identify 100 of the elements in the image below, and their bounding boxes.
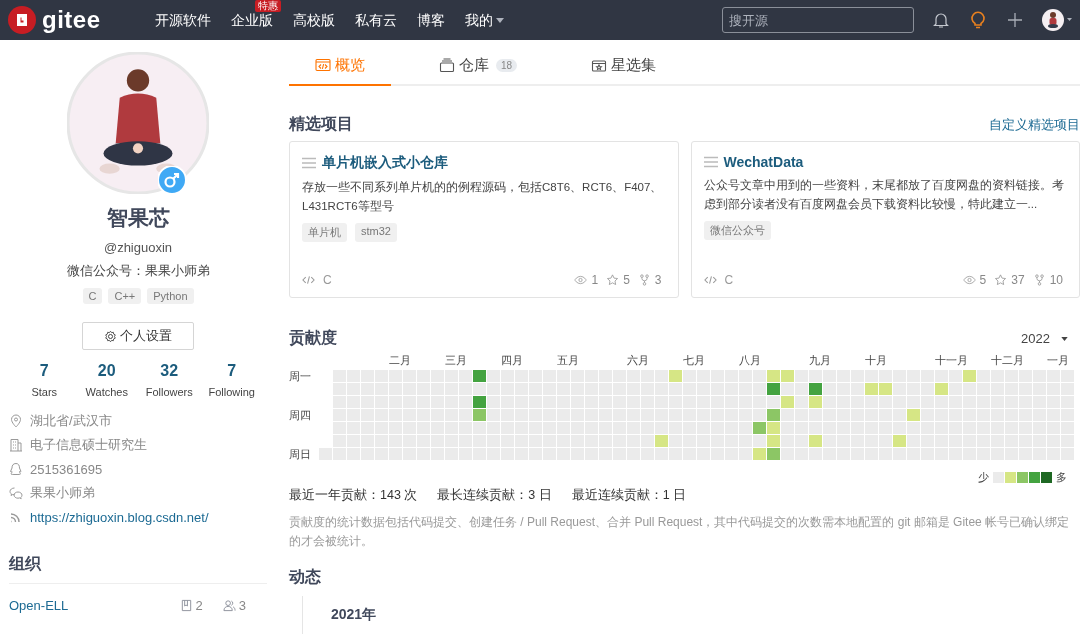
- contribution-cell[interactable]: [907, 448, 920, 460]
- contribution-cell[interactable]: [921, 422, 934, 434]
- search-field[interactable]: 搜开源: [722, 7, 914, 33]
- contribution-cell[interactable]: [823, 422, 836, 434]
- stat-count[interactable]: 32: [160, 362, 179, 380]
- project-tag[interactable]: stm32: [355, 223, 397, 242]
- organization-link[interactable]: Open-ELL: [9, 598, 180, 613]
- contribution-cell[interactable]: [823, 396, 836, 408]
- contribution-cell[interactable]: [795, 383, 808, 395]
- contribution-cell[interactable]: [473, 422, 486, 434]
- nav-link[interactable]: 企业版: [231, 12, 273, 28]
- contribution-cell[interactable]: [893, 448, 906, 460]
- logo-text[interactable]: gitee: [42, 6, 101, 34]
- contribution-cell[interactable]: [781, 422, 794, 434]
- customize-link[interactable]: 自定义精选项目: [989, 115, 1080, 134]
- settings-button[interactable]: 个人设置: [82, 322, 194, 350]
- contribution-cell[interactable]: [893, 435, 906, 447]
- contribution-cell[interactable]: [767, 409, 780, 421]
- contribution-cell[interactable]: [795, 435, 808, 447]
- contribution-cell[interactable]: [683, 370, 696, 382]
- stat-label[interactable]: Following: [208, 386, 255, 398]
- contribution-cell[interactable]: [781, 370, 794, 382]
- contribution-cell[interactable]: [921, 409, 934, 421]
- nav-link[interactable]: 我的: [465, 12, 493, 28]
- contribution-cell[interactable]: [851, 396, 864, 408]
- stat-label[interactable]: Followers: [145, 386, 193, 398]
- tab[interactable]: 仓库 18: [413, 46, 544, 86]
- bell-icon[interactable]: [931, 10, 951, 30]
- contribution-cell[interactable]: [809, 435, 822, 447]
- contribution-cell[interactable]: [781, 448, 794, 460]
- contribution-cell[interactable]: [907, 422, 920, 434]
- language-tag[interactable]: Python: [147, 288, 194, 304]
- contribution-cell[interactable]: [641, 448, 654, 460]
- avatar-icon[interactable]: [1042, 9, 1072, 31]
- contribution-cell[interactable]: [473, 396, 486, 408]
- contribution-cell[interactable]: [795, 422, 808, 434]
- contribution-cell[interactable]: [935, 383, 948, 395]
- contribution-cell[interactable]: [753, 383, 766, 395]
- project-tag[interactable]: 单片机: [302, 223, 347, 242]
- contribution-cell[interactable]: [865, 383, 878, 395]
- contribution-cell[interactable]: [795, 396, 808, 408]
- contribution-cell[interactable]: [655, 383, 668, 395]
- contribution-cell[interactable]: [865, 396, 878, 408]
- contribution-cell[interactable]: [949, 370, 962, 382]
- contribution-cell[interactable]: [487, 409, 500, 421]
- contribution-cell[interactable]: [669, 370, 682, 382]
- contribution-cell[interactable]: [459, 422, 472, 434]
- contribution-cell[interactable]: [809, 383, 822, 395]
- contribution-cell[interactable]: [907, 396, 920, 408]
- contribution-cell[interactable]: [459, 409, 472, 421]
- contribution-cell[interactable]: [683, 383, 696, 395]
- contribution-cell[interactable]: [473, 409, 486, 421]
- contribution-cell[interactable]: [753, 448, 766, 460]
- contribution-cell[interactable]: [823, 448, 836, 460]
- contribution-cell[interactable]: [781, 435, 794, 447]
- tab[interactable]: 星选集: [565, 46, 683, 86]
- contribution-cell[interactable]: [473, 383, 486, 395]
- contribution-cell[interactable]: [963, 370, 976, 382]
- lightbulb-icon[interactable]: [968, 10, 988, 30]
- nav-link[interactable]: 高校版: [293, 12, 335, 28]
- contribution-cell[interactable]: [823, 370, 836, 382]
- project-link[interactable]: 单片机嵌入式小仓库: [322, 154, 448, 172]
- contribution-cell[interactable]: [893, 370, 906, 382]
- contribution-cell[interactable]: [459, 383, 472, 395]
- contribution-cell[interactable]: [907, 435, 920, 447]
- contribution-cell[interactable]: [753, 422, 766, 434]
- contribution-cell[interactable]: [487, 383, 500, 395]
- nav-link[interactable]: 私有云: [355, 12, 397, 28]
- contribution-cell[interactable]: [739, 409, 752, 421]
- contribution-cell[interactable]: [473, 370, 486, 382]
- contribution-cell[interactable]: [487, 422, 500, 434]
- blog-link[interactable]: https://zhiguoxin.blog.csdn.net/: [30, 509, 209, 525]
- contribution-cell[interactable]: [753, 409, 766, 421]
- contribution-cell[interactable]: [977, 370, 990, 382]
- nav-link[interactable]: 博客: [417, 12, 445, 28]
- contribution-cell[interactable]: [669, 422, 682, 434]
- contribution-cell[interactable]: [795, 370, 808, 382]
- contribution-cell[interactable]: [851, 370, 864, 382]
- contribution-cell[interactable]: [767, 370, 780, 382]
- contribution-cell[interactable]: [893, 409, 906, 421]
- contribution-cell[interactable]: [753, 435, 766, 447]
- contribution-cell[interactable]: [767, 435, 780, 447]
- contribution-cell[interactable]: [893, 383, 906, 395]
- contribution-cell[interactable]: [487, 370, 500, 382]
- contribution-cell[interactable]: [767, 448, 780, 460]
- contribution-cell[interactable]: [949, 396, 962, 408]
- contribution-cell[interactable]: [809, 396, 822, 408]
- logo-icon[interactable]: [8, 6, 36, 34]
- contribution-cell[interactable]: [879, 448, 892, 460]
- contribution-cell[interactable]: [865, 370, 878, 382]
- contribution-cell[interactable]: [823, 409, 836, 421]
- stat-count[interactable]: 7: [39, 362, 49, 380]
- contribution-cell[interactable]: [879, 396, 892, 408]
- contribution-cell[interactable]: [935, 370, 948, 382]
- contribution-cell[interactable]: [963, 383, 976, 395]
- contribution-cell[interactable]: [767, 422, 780, 434]
- contribution-cell[interactable]: [795, 448, 808, 460]
- stat-label[interactable]: Stars: [31, 386, 58, 398]
- contribution-cell[interactable]: [879, 383, 892, 395]
- contribution-cell[interactable]: [823, 435, 836, 447]
